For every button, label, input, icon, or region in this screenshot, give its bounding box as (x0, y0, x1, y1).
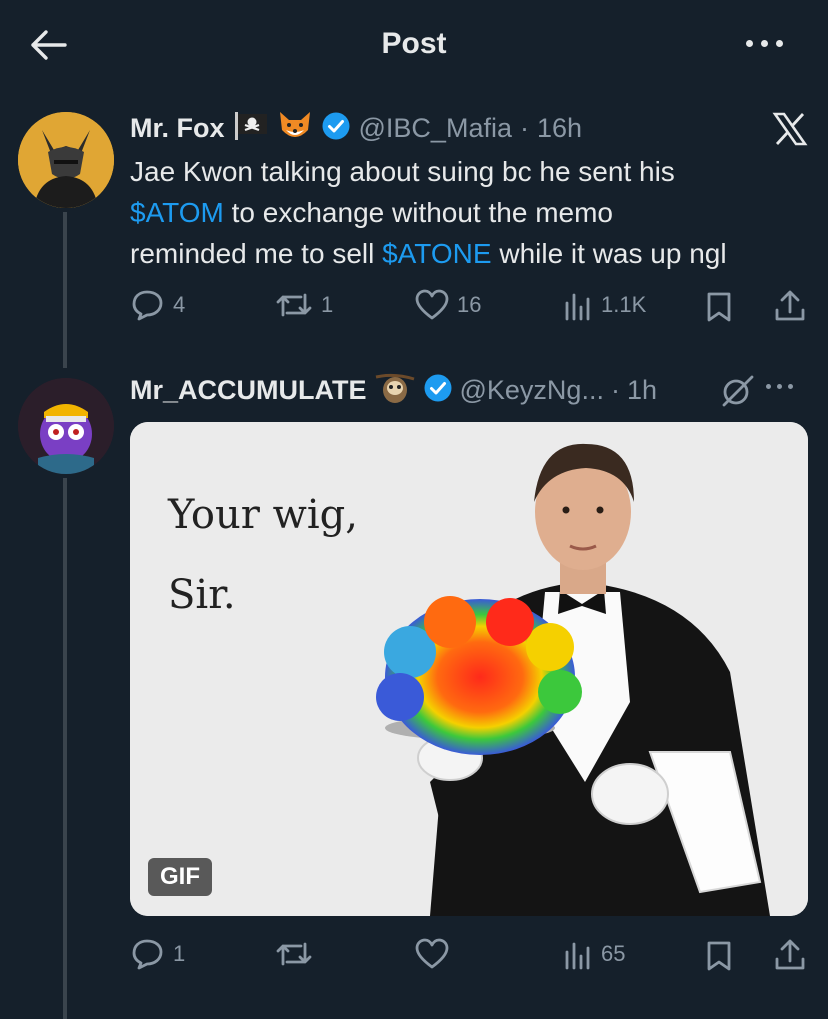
reply-icon (132, 939, 163, 970)
reply-count: 1 (173, 941, 186, 966)
bookmark-icon[interactable] (706, 940, 732, 977)
like-button[interactable] (415, 938, 449, 970)
fox-emoji-icon (277, 110, 313, 147)
page-title: Post (381, 27, 447, 60)
post-header: Mr. Fox @IBC_Mafia · 16h (130, 108, 730, 148)
avatar[interactable] (18, 112, 114, 208)
post-text-line: to exchange without the memo (223, 197, 613, 228)
repost-icon (276, 942, 312, 966)
pirate-flag-icon (233, 111, 269, 146)
views-button[interactable]: 1.1K (563, 289, 646, 321)
like-icon (415, 289, 449, 320)
views-count: 1.1K (601, 292, 647, 317)
like-button[interactable]: 16 (415, 289, 481, 321)
x-logo-icon (772, 112, 808, 146)
gif-media[interactable]: Your wig, Sir. (130, 422, 808, 916)
repost-icon (276, 293, 312, 317)
gif-caption-line: Sir. (168, 572, 236, 618)
separator: · (610, 374, 620, 405)
sloth-emoji-icon (374, 371, 416, 410)
gif-badge: GIF (148, 858, 212, 896)
share-icon[interactable] (774, 937, 806, 976)
reply-icon (132, 290, 163, 321)
post-text: Jae Kwon talking about suing bc he sent … (130, 151, 820, 274)
views-button[interactable]: 65 (563, 938, 625, 970)
top-bar: Post (0, 0, 828, 90)
thread-line (63, 478, 67, 1019)
views-icon (565, 942, 590, 970)
thread-line (63, 212, 67, 368)
author-name[interactable]: Mr_ACCUMULATE (130, 375, 367, 406)
views-count: 65 (601, 941, 626, 966)
grok-icon[interactable] (718, 374, 756, 413)
gif-caption-line: Your wig, (168, 492, 358, 538)
reply-button[interactable]: 1 (131, 938, 185, 970)
avatar[interactable] (18, 378, 114, 474)
repost-button[interactable]: 1 (275, 289, 333, 321)
verified-badge-icon (321, 111, 351, 146)
more-icon[interactable] (744, 30, 786, 58)
cashtag-atom[interactable]: $ATOM (130, 197, 224, 228)
author-handle[interactable]: @IBC_Mafia (359, 113, 512, 144)
more-icon[interactable] (762, 376, 802, 400)
reply-button[interactable]: 4 (131, 289, 185, 321)
post-text-line: Jae Kwon talking about suing bc he sent … (130, 156, 675, 187)
post-time[interactable]: 1h (627, 375, 657, 406)
post-time[interactable]: 16h (537, 113, 582, 144)
like-icon (415, 938, 449, 969)
reply-count: 4 (173, 292, 186, 317)
share-icon[interactable] (774, 288, 806, 327)
views-icon (565, 293, 590, 321)
repost-button[interactable] (275, 938, 313, 970)
author-name[interactable]: Mr. Fox (130, 113, 225, 144)
cashtag-atone[interactable]: $ATONE (382, 238, 491, 269)
separator: · (519, 112, 529, 143)
post-text-line: while it was up ngl (491, 238, 727, 269)
verified-badge-icon (423, 373, 453, 408)
post-text-line: reminded me to sell (130, 238, 383, 269)
like-count: 16 (457, 292, 482, 317)
reply-header: Mr_ACCUMULATE @KeyzNg... · 1h (130, 370, 740, 410)
repost-count: 1 (321, 292, 334, 317)
author-handle[interactable]: @KeyzNg... (460, 375, 604, 406)
bookmark-icon[interactable] (706, 291, 732, 328)
